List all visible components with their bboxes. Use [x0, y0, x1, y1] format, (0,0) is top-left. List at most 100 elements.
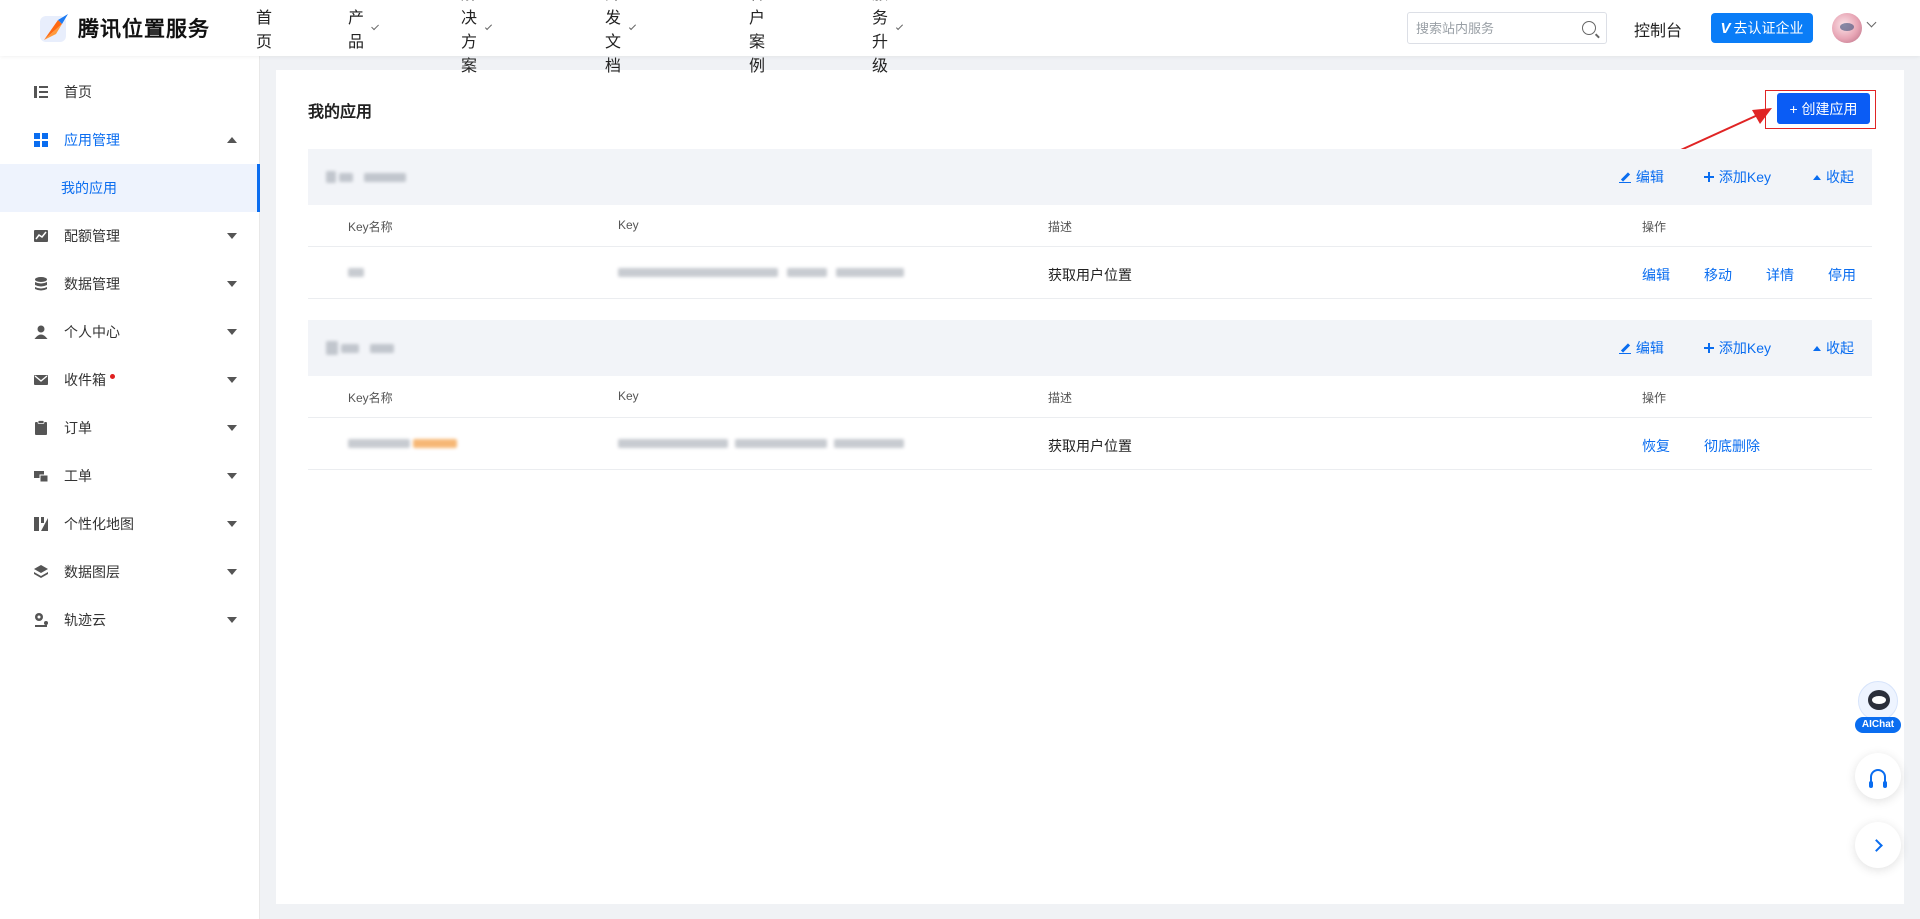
add-key-button[interactable]: 添加Key [1703, 167, 1771, 187]
row-restore-link[interactable]: 恢复 [1642, 436, 1670, 456]
nav-item-docs[interactable]: 开发文档 [605, 0, 637, 76]
sidebar-item-label: 数据管理 [64, 276, 120, 292]
sidebar-item-profile[interactable]: 个人中心 [0, 308, 260, 356]
ticket-icon [34, 471, 49, 483]
sidebar-item-label: 配额管理 [64, 228, 120, 244]
column-header-desc: 描述 [1048, 391, 1073, 405]
headset-icon [1869, 769, 1887, 788]
column-header-key-name: Key名称 [348, 220, 393, 234]
collapse-button[interactable]: 收起 [1813, 338, 1854, 358]
row-edit-link[interactable]: 编辑 [1642, 265, 1670, 285]
app-card-header: 编辑 添加Key 收起 [308, 149, 1872, 205]
app-card-actions: 编辑 添加Key 收起 [1618, 338, 1872, 358]
sidebar-item-label: 个性化地图 [64, 516, 134, 532]
column-header-key: Key [618, 218, 639, 232]
row-detail-link[interactable]: 详情 [1766, 265, 1794, 285]
avatar[interactable] [1832, 13, 1862, 43]
app-card: 编辑 添加Key 收起 Key名称 Key 描述 操作 获取用户位置 编辑 移动… [308, 149, 1872, 299]
key-name-redacted [348, 268, 364, 277]
sidebar-item-label: 工单 [64, 468, 92, 484]
clipboard-icon [35, 420, 47, 435]
add-key-button[interactable]: 添加Key [1703, 338, 1771, 358]
user-icon [34, 325, 48, 339]
sidebar-item-data[interactable]: 数据管理 [0, 260, 260, 308]
chart-icon [34, 230, 48, 242]
app-card-header: 编辑 添加Key 收起 [308, 320, 1872, 376]
edit-app-button[interactable]: 编辑 [1618, 338, 1664, 358]
key-redacted [618, 439, 904, 448]
row-move-link[interactable]: 移动 [1704, 265, 1732, 285]
sidebar-item-label: 个人中心 [64, 324, 120, 340]
ai-chat-label: AIChat [1855, 717, 1901, 733]
console-link[interactable]: 控制台 [1634, 17, 1682, 41]
brand-name: 腾讯位置服务 [78, 18, 210, 41]
column-header-ops: 操作 [1642, 220, 1667, 234]
collapse-button[interactable]: 收起 [1813, 167, 1854, 187]
chevron-down-icon[interactable] [1866, 17, 1877, 28]
sidebar-subitem-my-apps[interactable]: 我的应用 [0, 164, 260, 212]
caret-down-icon [227, 377, 237, 383]
column-header-ops: 操作 [1642, 391, 1667, 405]
expand-panel-button[interactable] [1855, 822, 1901, 868]
caret-down-icon [227, 329, 237, 335]
sidebar-item-quota[interactable]: 配额管理 [0, 212, 260, 260]
sidebar-item-label: 数据图层 [64, 564, 120, 580]
chevron-down-icon [896, 22, 904, 30]
search-icon[interactable] [1582, 21, 1596, 35]
sidebar-item-label: 收件箱 [64, 370, 115, 390]
row-delete-permanently-link[interactable]: 彻底删除 [1704, 436, 1760, 456]
nav-item-home[interactable]: 首页 [256, 4, 272, 52]
ai-chat-widget[interactable]: AIChat [1855, 681, 1901, 735]
verify-label: 去认证企业 [1733, 20, 1804, 36]
sidebar-item-track-cloud[interactable]: 轨迹云 [0, 596, 260, 644]
caret-down-icon [227, 521, 237, 527]
brand-logo[interactable]: 腾讯位置服务 [38, 10, 210, 46]
edit-app-button[interactable]: 编辑 [1618, 167, 1664, 187]
plus-icon [1703, 343, 1714, 353]
verify-enterprise-button[interactable]: V 去认证企业 [1711, 13, 1813, 43]
key-name-redacted [348, 439, 457, 448]
column-header-key-name: Key名称 [348, 391, 393, 405]
layers-icon [34, 565, 48, 578]
list-icon [34, 86, 48, 98]
caret-down-icon [227, 281, 237, 287]
sidebar-item-app-management[interactable]: 应用管理 [0, 116, 260, 164]
sidebar-subitem-label: 我的应用 [61, 180, 117, 196]
sidebar-item-orders[interactable]: 订单 [0, 404, 260, 452]
app-card: 编辑 添加Key 收起 Key名称 Key 描述 操作 获取用户位置 恢复 彻底… [308, 320, 1872, 470]
sidebar-item-custom-map[interactable]: 个性化地图 [0, 500, 260, 548]
nav-item-products[interactable]: 产品 [348, 4, 379, 52]
edit-icon [1618, 342, 1631, 354]
app-name-redacted [326, 338, 394, 358]
key-description: 获取用户位置 [1048, 267, 1132, 283]
chevron-down-icon [629, 22, 637, 30]
customer-service-button[interactable] [1855, 753, 1901, 799]
sidebar: 首页 应用管理 我的应用 配额管理 数据管理 个人中心 收件箱 订单 工单 个性… [0, 56, 260, 919]
brand-logo-icon [40, 14, 68, 42]
sidebar-item-home[interactable]: 首页 [0, 68, 260, 116]
site-search [1407, 12, 1607, 44]
chevron-right-icon [1870, 838, 1883, 852]
caret-up-icon [1813, 345, 1821, 351]
key-description: 获取用户位置 [1048, 438, 1132, 454]
page-title: 我的应用 [308, 104, 373, 121]
caret-up-icon [227, 137, 237, 143]
sidebar-item-data-layers[interactable]: 数据图层 [0, 548, 260, 596]
sidebar-item-tickets[interactable]: 工单 [0, 452, 260, 500]
top-navbar: 腾讯位置服务 首页 产品 解决方案 开发文档 客户案例 服务升级 控制台 V 去… [0, 0, 1920, 75]
search-input[interactable] [1408, 13, 1568, 43]
create-app-button[interactable]: + 创建应用 [1777, 93, 1870, 124]
sidebar-item-inbox[interactable]: 收件箱 [0, 356, 260, 404]
row-disable-link[interactable]: 停用 [1828, 265, 1856, 285]
edit-icon [1618, 171, 1631, 183]
verify-v-icon: V [1720, 19, 1731, 37]
plus-icon [1703, 172, 1714, 182]
caret-up-icon [1813, 174, 1821, 180]
sidebar-item-label: 轨迹云 [64, 612, 106, 628]
sidebar-item-label: 订单 [64, 420, 92, 436]
nav-item-solutions[interactable]: 解决方案 [461, 0, 493, 76]
caret-down-icon [227, 425, 237, 431]
nav-item-cases[interactable]: 客户案例 [749, 0, 765, 76]
map-style-icon [34, 517, 48, 531]
nav-item-upgrade[interactable]: 服务升级 [872, 0, 904, 76]
